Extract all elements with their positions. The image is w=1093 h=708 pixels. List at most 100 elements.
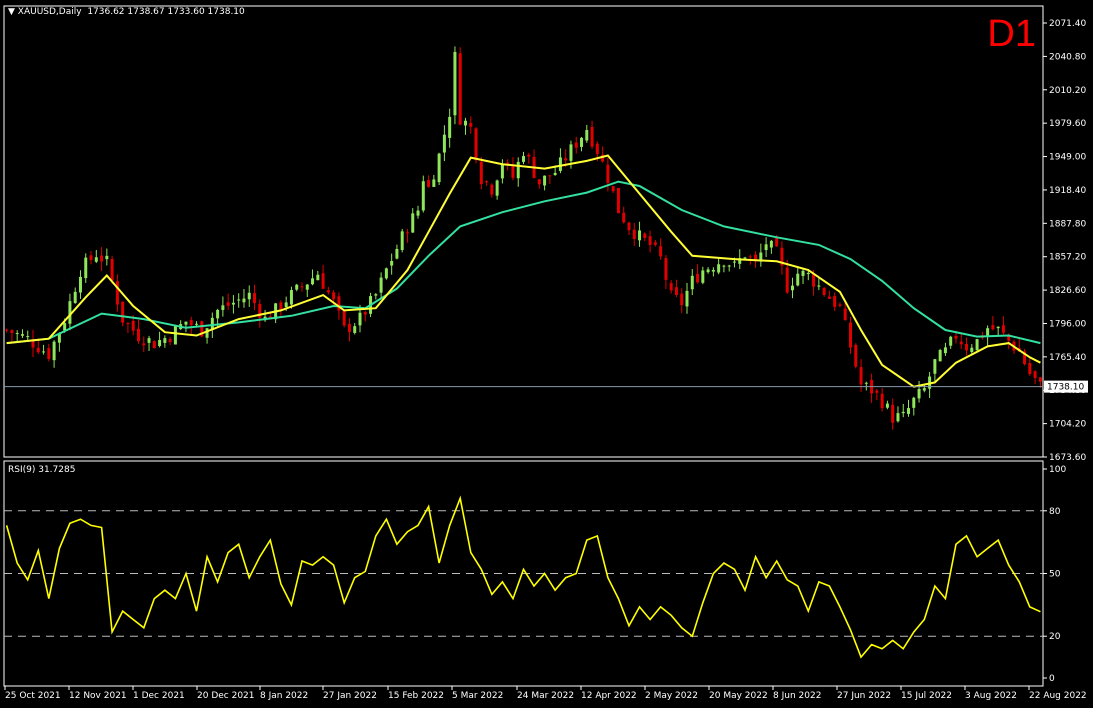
candle-body [295,284,299,290]
candle-body [152,341,156,349]
candle-body [859,367,863,385]
candle-body [796,273,800,286]
time-tick-label: 20 May 2022 [709,691,768,701]
symbol-header: ▼ XAUUSD,Daily 1736.62 1738.67 1733.60 1… [8,7,245,17]
rsi-tick-label: 20 [1049,632,1061,642]
candle-body [226,302,230,306]
candle-body [838,304,842,306]
time-tick-label: 15 Jul 2022 [901,691,952,701]
candle-body [643,233,647,238]
candle-body [564,158,568,161]
candle-body [284,302,288,308]
price-tick-label: 1887.80 [1049,219,1086,229]
candle-body [1028,362,1032,375]
candle-body [975,339,979,351]
ma-fast-line [6,154,1041,388]
candle-body [247,292,251,300]
rsi-pane: 100 80 50 20 0 [3,460,1066,687]
candle-body [142,343,146,346]
candle-body [126,323,130,325]
price-pane-frame [3,5,1044,458]
candle-body [10,330,14,334]
candle-body [490,184,494,195]
candle-body [321,273,325,289]
price-pane: 2071.40 2040.80 2010.20 1979.60 1949.00 1918.… [3,5,1088,463]
price-tick-label: 1918.40 [1049,186,1086,196]
candle-body [548,175,552,177]
candle-body [73,291,77,303]
candle-body [1001,325,1005,333]
candle-body [279,302,283,310]
time-axis: 25 Oct 2021 12 Nov 2021 1 Dec 2021 20 Dec 2… [4,686,1087,701]
candle-body [949,336,953,346]
candle-body [374,294,378,296]
candle-body [527,154,531,157]
ohlc-values: 1736.62 1738.67 1733.60 1738.10 [87,7,245,17]
time-tick-label: 8 Jun 2022 [773,691,821,701]
candle-body [432,179,436,187]
candle-body [717,264,721,273]
candle-body [664,258,668,280]
candle-body [115,281,119,305]
candle-body [342,311,346,326]
candle-body [606,164,610,183]
candle-body [543,175,547,186]
candle-body [558,157,562,171]
candle-body [458,53,462,125]
candle-body [100,255,104,262]
candle-body [822,288,826,295]
candle-body [163,338,167,343]
candle-body [89,255,93,261]
candle-body [759,252,763,260]
candle-body [495,180,499,196]
rsi-tick-label: 100 [1049,465,1066,475]
candle-body [442,134,446,153]
candle-body [875,390,879,393]
candle-body [20,334,24,336]
candle-body [775,237,779,247]
rsi-header: RSI(9) 31.7285 [8,465,76,475]
price-tick-label: 2010.20 [1049,86,1086,96]
candle-body [253,293,257,304]
candle-body [864,382,868,384]
time-tick-label: 27 Jun 2022 [837,691,891,701]
candle-body [5,329,9,331]
price-tick-label: 1796.00 [1049,319,1086,329]
candle-body [506,162,510,164]
candle-body [748,256,752,258]
candle-body [189,320,193,325]
candle-body [379,277,383,293]
candle-body [479,161,483,185]
chart-canvas[interactable]: 2071.40 2040.80 2010.20 1979.60 1949.00 1918.… [0,0,1093,708]
candle-body [358,312,362,326]
candle-body [42,351,46,353]
candle-body [817,285,821,287]
candle-body [400,231,404,250]
candle-body [933,359,937,374]
candle-body [485,181,489,183]
candle-body [970,347,974,352]
candle-body [896,413,900,422]
candle-body [94,257,98,262]
candle-body [922,388,926,391]
candle-body [347,323,351,332]
candle-body [173,326,177,345]
candle-body [685,290,689,307]
candle-body [812,274,816,287]
price-tick-label: 2040.80 [1049,52,1086,62]
candle-body [833,295,837,307]
candle-body [553,172,557,176]
candle-body [632,229,636,240]
candle-body [785,267,789,293]
dropdown-arrow-icon[interactable]: ▼ [8,7,15,17]
candle-body [574,142,578,148]
candle-body [885,403,889,408]
candle-body [722,265,726,267]
candle-body [965,344,969,351]
candle-body [585,130,589,141]
candle-body [131,320,135,331]
candle-body [880,393,884,409]
time-tick-label: 1 Dec 2021 [133,691,185,701]
ma-slow-line [6,180,1041,345]
candle-body [105,255,109,260]
